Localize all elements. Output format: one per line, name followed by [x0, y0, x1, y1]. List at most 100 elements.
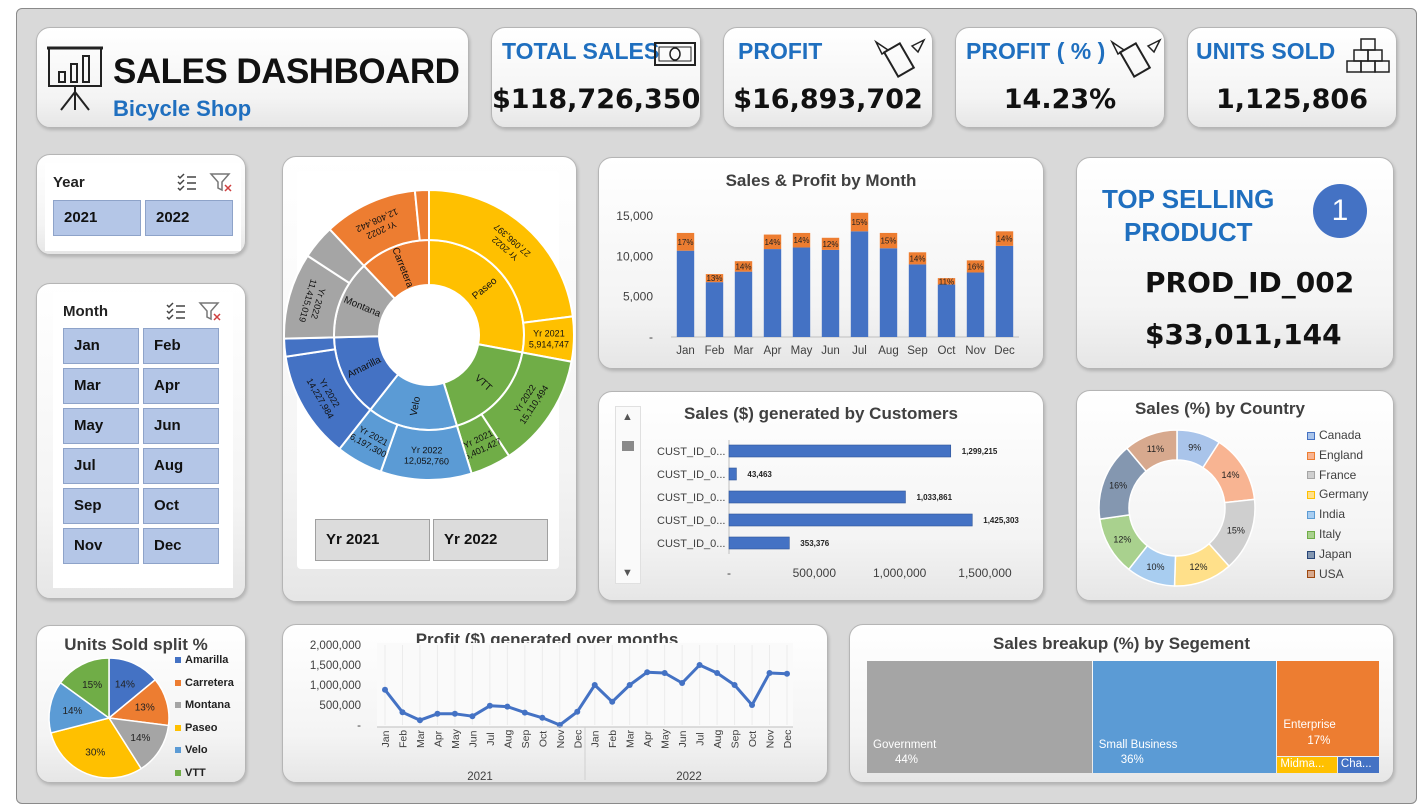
units-split-card: Units Sold split % 14% 13% 14% 30% 14% 15% Am…: [36, 625, 246, 783]
units-legend-item: Amarilla: [175, 654, 228, 666]
month-button-oct[interactable]: Oct: [143, 488, 219, 524]
segment-pct: 44%: [895, 754, 919, 766]
sales-bar: [792, 247, 811, 337]
sunburst-outer-label: Yr 2021 5,914,747: [529, 329, 569, 350]
year-button-2021[interactable]: 2021: [53, 200, 141, 236]
profit-point: [696, 662, 703, 668]
x-tick-label: Oct: [747, 731, 759, 747]
x-tick-label: Jan: [590, 730, 602, 747]
y-tick-label: 2,000,000: [310, 640, 361, 652]
month-button-nov[interactable]: Nov: [63, 528, 139, 564]
segment-tile: Government 44%: [867, 661, 1092, 773]
segment-treemap: Government 44% Small Business 36% Enterprise…: [867, 661, 1380, 774]
rank-badge: 1: [1313, 184, 1367, 238]
profit-pct-label: 15%: [880, 237, 896, 246]
country-legend-item: Canada: [1307, 428, 1361, 442]
legend-swatch: [175, 679, 181, 686]
profit-point: [661, 670, 668, 676]
kpi-profit-label: PROFIT: [738, 38, 823, 64]
x-tick-label: Sep: [730, 730, 742, 749]
x-tick-label: -: [727, 566, 731, 580]
units-pct-label: 30%: [85, 748, 105, 759]
month-button-feb[interactable]: Feb: [143, 328, 219, 364]
x-tick-label: Sep: [520, 730, 532, 749]
sales-bar: [879, 248, 898, 337]
y-tick-label: 15,000: [616, 209, 653, 223]
profit-point: [399, 709, 406, 716]
clear-filter-icon[interactable]: [198, 300, 222, 322]
profit-point: [469, 713, 476, 720]
customer-bar: [728, 536, 790, 550]
month-button-jul[interactable]: Jul: [63, 448, 139, 484]
x-tick-label: Feb: [397, 730, 409, 748]
x-tick-label: Oct: [938, 345, 957, 357]
legend-label: Japan: [1319, 546, 1352, 561]
profit-line-chart: 2,000,000 1,500,000 1,000,000 500,000 - Jan Fe…: [310, 640, 794, 783]
month-button-may[interactable]: May: [63, 408, 139, 444]
kpi-total-sales-value: $118,726,350: [492, 84, 701, 115]
customer-bar: [728, 490, 906, 504]
profit-pct-label: 16%: [967, 262, 983, 271]
month-button-mar[interactable]: Mar: [63, 368, 139, 404]
profit-pct-label: 14%: [793, 236, 809, 245]
multi-select-icon[interactable]: [165, 301, 187, 321]
profit-point: [504, 703, 511, 710]
profit-pct-label: 14%: [909, 254, 925, 263]
segment-name: Cha...: [1340, 758, 1372, 771]
country-pct-label: 15%: [1227, 525, 1245, 535]
year-button-2022[interactable]: 2022: [145, 200, 233, 236]
x-tick-label: Jun: [467, 730, 479, 747]
x-tick-label: Jun: [677, 730, 689, 747]
multi-select-icon[interactable]: [176, 172, 198, 192]
units-legend-item: Paseo: [175, 722, 217, 734]
units-pct-label: 14%: [62, 706, 82, 717]
legend-label: Germany: [1319, 487, 1369, 502]
customer-label: CUST_ID_0...: [657, 446, 725, 458]
top-product-title-line1: TOP SELLING: [1102, 184, 1275, 214]
customer-bar-chart: CUST_ID_0... 1,299,215 CUST_ID_0... 43,463 C…: [657, 440, 1019, 580]
legend-label: Italy: [1319, 527, 1342, 541]
x-tick-label: Mar: [415, 729, 427, 748]
country-legend-item: USA: [1307, 567, 1344, 581]
legend-label: Velo: [185, 744, 208, 757]
segment-name: Small Business: [1098, 739, 1178, 751]
sales-profit-bar-chart: 15,000 10,000 5,000 - 17% Jan 13% Feb 14% Mar 14% A…: [616, 209, 1019, 357]
clear-filter-icon[interactable]: [209, 171, 233, 193]
country-pct-label: 12%: [1113, 535, 1131, 545]
segment-name: Government: [873, 739, 937, 751]
legend-swatch: [1307, 570, 1315, 579]
month-button-aug[interactable]: Aug: [143, 448, 219, 484]
y-tick-label: 1,500,000: [310, 660, 361, 672]
kpi-profit-pct-label: PROFIT ( % ): [966, 38, 1106, 64]
profit-point: [434, 710, 441, 717]
top-product-sales: $33,011,144: [1145, 318, 1342, 351]
sales-profit-month-card: Sales & Profit by Month 15,000 10,000 5,00…: [598, 157, 1044, 369]
legend-swatch: [175, 770, 181, 777]
segment-pct: 17%: [1307, 735, 1331, 747]
y-tick-label: -: [649, 330, 653, 344]
year-group-label: 2022: [676, 771, 702, 783]
units-legend-item: Montana: [175, 699, 230, 711]
y-tick-label: 500,000: [319, 700, 361, 712]
month-button-jan[interactable]: Jan: [63, 328, 139, 364]
x-tick-label: Nov: [965, 345, 986, 357]
customer-bar: [728, 444, 952, 458]
month-button-sep[interactable]: Sep: [63, 488, 139, 524]
month-button-apr[interactable]: Apr: [143, 368, 219, 404]
profit-point: [644, 669, 651, 676]
x-tick-label: May: [660, 728, 672, 749]
x-tick-label: Jul: [485, 732, 497, 745]
month-button-dec[interactable]: Dec: [143, 528, 219, 564]
country-legend-item: India: [1307, 507, 1345, 521]
y-tick-label: 1,000,000: [310, 680, 361, 692]
profit-pct-label: 12%: [822, 240, 838, 249]
month-button-jun[interactable]: Jun: [143, 408, 219, 444]
kpi-units-sold: UNITS SOLD 1,125,806: [1187, 27, 1397, 128]
x-tick-label: Jul: [852, 345, 867, 357]
segment-tile: Enterprise 17%: [1277, 661, 1379, 757]
sales-bar: [908, 264, 927, 337]
legend-swatch: [1307, 511, 1315, 520]
yr-2021-button[interactable]: Yr 2021: [315, 519, 430, 561]
units-legend-item: Carretera: [175, 677, 234, 689]
yr-2022-button[interactable]: Yr 2022: [433, 519, 548, 561]
